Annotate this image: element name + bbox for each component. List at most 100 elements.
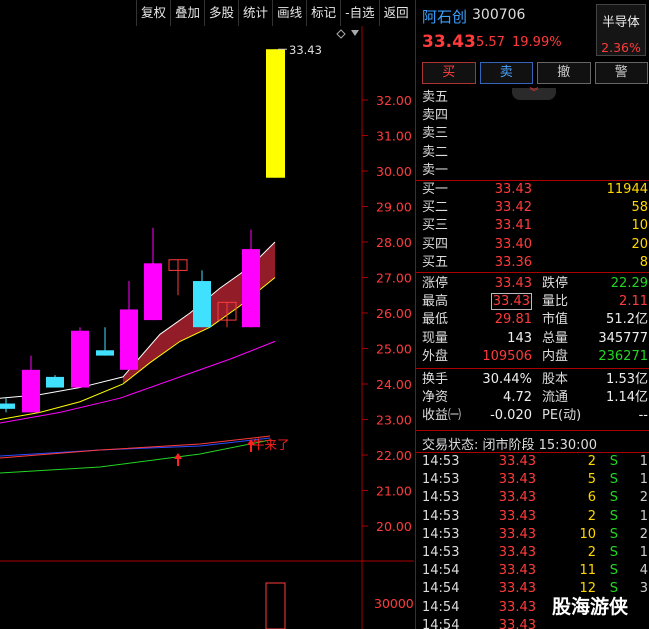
tick-row[interactable]: 14:54 33.43 11 S 4 [422,562,648,580]
stat-value-text: 109506 [482,348,532,364]
tick-time: 14:53 [422,472,460,488]
candle-body [71,330,89,388]
ask-row[interactable]: 卖二 [422,144,648,162]
toolbar-button-7[interactable]: 返回 [378,0,413,26]
tick-row[interactable]: 14:53 33.43 2 S 1 [422,508,648,526]
stat-value: 345777 [598,330,648,346]
toolbar-button-3[interactable]: 统计 [238,0,272,26]
toolbar-button-1[interactable]: 叠加 [170,0,204,26]
stats-row: 最低 29.81 市值 51.2亿 [422,311,648,329]
sector-box[interactable]: 半导体 2.36% [596,4,646,56]
tick-count: 1 [639,544,648,560]
candle-body [144,263,162,321]
price-axis-label: 22.00 [376,448,412,463]
price-axis-label: 20.00 [376,519,412,534]
candle-body [46,376,64,388]
fundamental-label: 股本 [542,372,569,387]
bid-label: 买三 [422,218,449,234]
bid-volume: 20 [631,236,648,252]
sector-change-pct: 2.36% [601,40,641,55]
toolbar-button-4[interactable]: 画线 [272,0,306,26]
stat-value: 109506 [462,348,532,366]
ask-price [462,107,532,125]
price-axis-label: 25.00 [376,342,412,357]
ask-price [462,144,532,162]
fundamental-value: -- [638,408,648,424]
fundamental-value: 1.14亿 [606,390,648,406]
fundamental-label: 净资 [422,390,449,406]
tick-row[interactable]: 14:53 33.43 2 S 1 [422,453,648,471]
tick-row[interactable]: 14:53 33.43 2 S 1 [422,544,648,562]
tick-time: 14:54 [422,599,460,615]
kline-svg[interactable]: 32.00 31.00 30.00 29.00 28.00 27.00 26.00 25.00… [0,26,414,629]
price-alert-button[interactable]: 警 [594,62,648,84]
toolbar-button-6[interactable]: -自选 [340,0,379,26]
tick-time: 14:53 [422,508,460,524]
buy-button[interactable]: 买 [422,62,476,84]
bid-row[interactable]: 买五 33.36 8 [422,254,648,272]
tick-price: 33.43 [498,454,536,469]
ask-label: 卖二 [422,144,449,160]
kline-chart[interactable]: 32.00 31.00 30.00 29.00 28.00 27.00 26.00 25.00… [0,26,414,629]
ask-row[interactable]: 卖四 [422,107,648,125]
ask-row[interactable]: 卖一 [422,162,648,180]
tick-row[interactable]: 14:53 33.43 5 S 1 [422,471,648,489]
bid-row[interactable]: 买一 33.43 11944 [422,181,648,199]
stock-name[interactable]: 阿石创 [422,6,467,27]
tick-price: 33.43 [498,490,536,506]
ask-label: 卖四 [422,108,449,124]
fundamental-stats: 换手 30.44% 股本 1.53亿 净资 4.72 流通 1.14亿 收益㈠ -0.020 PE(… [422,371,648,426]
bid-price: 33.42 [494,200,532,216]
watermark: 股海游侠 [552,596,629,618]
fundamental-row: 换手 30.44% 股本 1.53亿 [422,371,648,389]
tick-price: 33.43 [498,599,536,615]
tick-price: 33.43 [498,581,536,597]
tick-row[interactable]: 14:53 33.43 6 S 2 [422,489,648,507]
stat-label: 跌停 [542,276,569,291]
tick-time: 14:53 [422,490,460,506]
tick-side: S [609,472,618,488]
toolbar-button-2[interactable]: 多股 [204,0,238,26]
dropdown-icon[interactable] [351,30,359,36]
tick-count: 2 [639,526,648,542]
tick-side: S [609,454,618,469]
ask-row[interactable]: 卖五 [422,89,648,107]
tick-price: 33.43 [498,563,536,579]
ask-volume [532,107,648,125]
diamond-icon[interactable] [336,29,346,39]
ask-price [462,162,532,180]
stat-value-text: 33.43 [494,276,532,291]
tick-side: S [609,544,618,560]
bid-row[interactable]: 买二 33.42 58 [422,199,648,217]
limit-up-candle[interactable] [266,49,285,178]
fundamental-label: PE(动) [542,408,582,424]
price-axis-label: 26.00 [376,306,412,321]
tick-row[interactable]: 14:53 33.43 10 S 2 [422,526,648,544]
tick-time: 14:53 [422,454,460,469]
stat-label: 最低 [422,312,449,328]
ask-row[interactable]: 卖三 [422,125,648,143]
signal-annotation: 牛来了 [252,437,290,452]
tick-price: 33.43 [498,526,536,542]
ask-volume [532,162,648,180]
stat-label: 市值 [542,312,569,328]
ask-price [462,125,532,143]
stat-value: 236271 [598,348,648,364]
stat-label: 内盘 [542,348,569,364]
fundamental-label: 流通 [542,390,569,406]
fundamental-value: 30.44% [482,372,532,387]
toolbar-button-0[interactable]: 复权 [136,0,170,26]
tick-qty: 11 [579,563,596,579]
tick-count: 1 [639,508,648,524]
sell-button[interactable]: 卖 [479,62,533,84]
bid-row[interactable]: 买三 33.41 10 [422,217,648,235]
toolbar-button-5[interactable]: 标记 [306,0,340,26]
max-price-label: 33.43 [289,43,322,57]
bid-price: 33.36 [494,254,532,270]
price-change: 5.57 [476,35,505,50]
cancel-order-button[interactable]: 撤 [537,62,591,84]
bid-row[interactable]: 买四 33.40 20 [422,236,648,254]
candle-body [242,249,260,328]
trade-status: 交易状态: 闭市阶段 15:30:00 [422,438,598,453]
candle-body [120,309,138,370]
